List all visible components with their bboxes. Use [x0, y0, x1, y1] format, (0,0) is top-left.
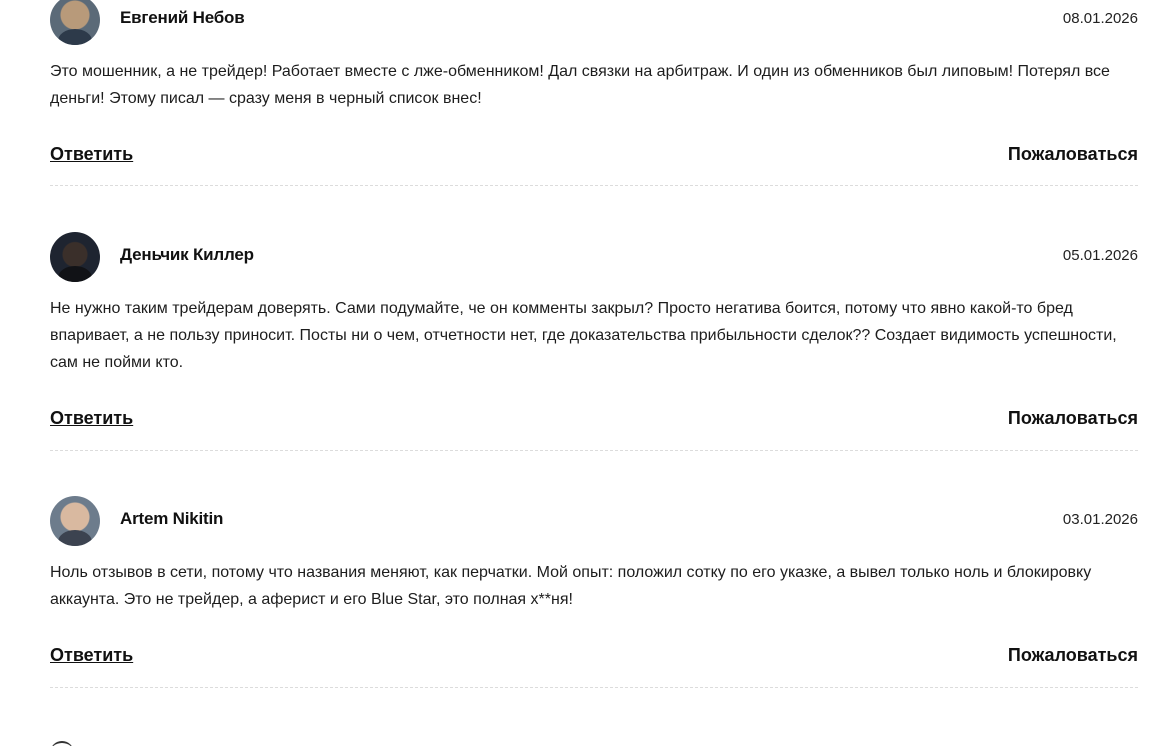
comment-author: Деньчик Киллер: [120, 245, 254, 264]
comment-date: 08.01.2026: [1062, 10, 1138, 27]
comment-header: Деньчик Киллер 05.01.2026: [50, 232, 1138, 282]
avatar: [50, 496, 100, 546]
avatar: [50, 232, 100, 282]
comment-author: Евгений Небов: [120, 8, 245, 27]
report-link[interactable]: Пожаловаться: [1008, 645, 1138, 666]
divider: [50, 687, 1138, 688]
reply-link[interactable]: Ответить: [50, 645, 133, 666]
report-link[interactable]: Пожаловаться: [1008, 408, 1138, 429]
comment-item: Евгений Небов 08.01.2026 Это мошенник, а…: [50, 0, 1138, 186]
comment-actions: Ответить Пожаловаться: [50, 645, 1138, 675]
comments-list: Евгений Небов 08.01.2026 Это мошенник, а…: [0, 0, 1153, 746]
comment-actions: Ответить Пожаловаться: [50, 408, 1138, 438]
report-link[interactable]: Пожаловаться: [1008, 144, 1138, 165]
comment-text: Ноль отзывов в сети, потому что названия…: [50, 564, 1092, 608]
comment-item: Artem Nikitin 03.01.2026 Ноль отзывов в …: [50, 496, 1138, 688]
comment-date: 03.01.2026: [1062, 511, 1138, 528]
reply-link[interactable]: Ответить: [50, 144, 133, 165]
divider: [50, 185, 1138, 186]
avatar: [50, 741, 74, 746]
comment-date: 05.01.2026: [1062, 247, 1138, 264]
comment-text: Не нужно таким трейдерам доверять. Сами …: [50, 300, 1117, 371]
divider: [50, 450, 1138, 451]
comment-author: Artem Nikitin: [120, 509, 224, 528]
reply-link[interactable]: Ответить: [50, 408, 133, 429]
comment-header: Евгений Небов 08.01.2026: [50, 0, 1138, 45]
comment-item: Деньчик Киллер 05.01.2026 Не нужно таким…: [50, 232, 1138, 451]
avatar: [50, 0, 100, 45]
comment-text: Это мошенник, а не трейдер! Работает вме…: [50, 63, 1110, 107]
comment-actions: Ответить Пожаловаться: [50, 144, 1138, 174]
comment-header: Artem Nikitin 03.01.2026: [50, 496, 1138, 546]
